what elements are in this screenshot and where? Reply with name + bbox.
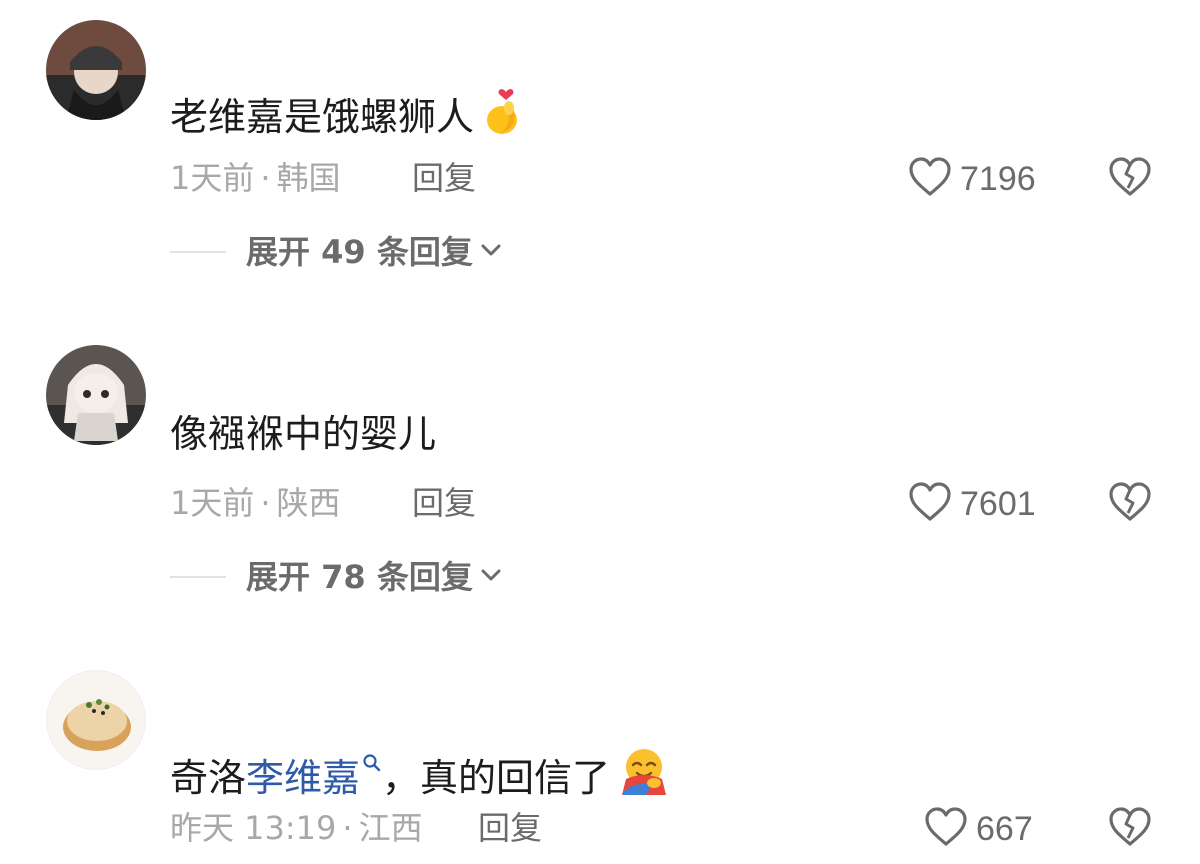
broken-heart-icon	[1108, 807, 1152, 852]
comment-item-3: 奇洛李维嘉 ，真的回信了 昨天 13:19 · 江西 回复 667	[0, 0, 1200, 864]
heart-outline-icon	[924, 806, 968, 852]
comment-meta: 昨天 13:19 · 江西	[170, 809, 423, 847]
like-count: 667	[976, 810, 1033, 848]
dislike-button[interactable]	[1108, 806, 1152, 852]
search-icon	[362, 738, 382, 782]
mention-link[interactable]: 李维嘉	[246, 756, 360, 800]
hugging-emoji-icon	[618, 745, 670, 806]
user-avatar[interactable]	[46, 670, 146, 770]
reply-button[interactable]: 回复	[478, 808, 542, 848]
like-button[interactable]: 667	[924, 806, 1033, 852]
comment-text: 奇洛李维嘉 ，真的回信了	[170, 738, 670, 806]
